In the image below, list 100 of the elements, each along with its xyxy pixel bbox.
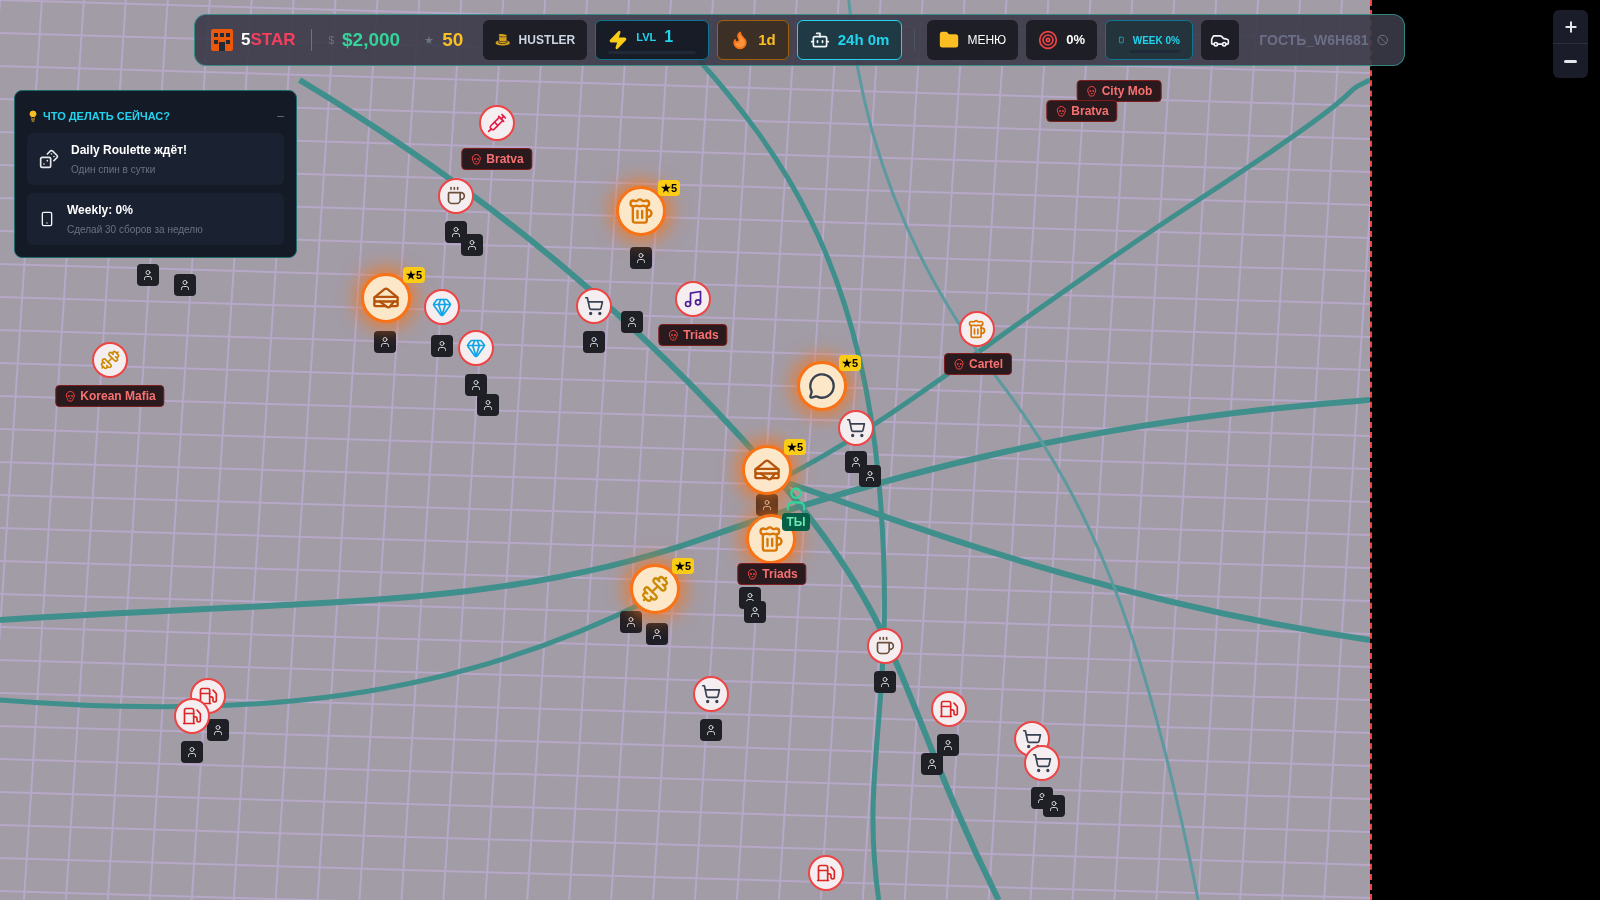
person-marker-icon[interactable] xyxy=(445,221,467,243)
person-marker-icon[interactable] xyxy=(174,274,196,296)
rank-label: HUSTLER xyxy=(518,32,576,49)
coffee-icon xyxy=(875,636,895,656)
star-rating-badge: ★5 xyxy=(657,180,680,196)
shopping-cart-icon xyxy=(846,418,866,438)
dumbbell-icon xyxy=(100,350,120,370)
tip-card[interactable]: Daily Roulette ждёт! Один спин в сутки xyxy=(27,133,284,185)
star-rating-badge: ★5 xyxy=(838,355,861,371)
skull-icon xyxy=(1085,85,1098,97)
tip-card[interactable]: Weekly: 0% Сделай 30 сборов за неделю xyxy=(27,193,284,245)
timer-value: 24h 0m xyxy=(837,29,890,50)
speech-bubble-icon xyxy=(808,372,836,400)
person-marker-icon[interactable] xyxy=(744,601,766,623)
level-label: LVL xyxy=(636,30,657,45)
gang-name: Korean Mafia xyxy=(80,388,156,405)
minus-icon xyxy=(1564,59,1577,63)
person-marker-icon[interactable] xyxy=(465,374,487,396)
star-symbol: ★ xyxy=(424,32,435,48)
carriage-button[interactable] xyxy=(1201,20,1240,60)
skull-icon xyxy=(667,329,680,341)
fuel-pump-icon xyxy=(939,699,959,719)
star-count: 50 xyxy=(442,27,464,52)
weekly-label: WEEK 0% xyxy=(1132,33,1180,48)
person-marker-icon[interactable] xyxy=(374,331,396,353)
phone-icon xyxy=(39,211,55,227)
person-marker-icon[interactable] xyxy=(700,719,722,741)
person-marker-icon[interactable] xyxy=(181,741,203,763)
person-marker-icon[interactable] xyxy=(859,465,881,487)
person-marker-icon[interactable] xyxy=(137,264,159,286)
weekly-chip[interactable]: WEEK 0% xyxy=(1105,20,1193,60)
streak-days: 1d xyxy=(758,28,776,52)
timer-chip[interactable]: 24h 0m xyxy=(796,20,903,60)
beer-icon xyxy=(757,525,785,553)
gang-tag[interactable]: Triads xyxy=(658,324,728,346)
gang-name: Bratva xyxy=(486,151,524,168)
shopping-cart-icon xyxy=(584,296,604,316)
money-amount: $2,000 xyxy=(342,27,401,52)
building-logo-icon xyxy=(211,29,233,51)
beer-icon xyxy=(967,319,987,339)
dumbbell-icon xyxy=(641,575,669,603)
brand-logo: 5STAR xyxy=(241,29,296,52)
level-value: 1 xyxy=(664,27,674,47)
collapse-button[interactable]: – xyxy=(277,107,284,125)
gang-name: Triads xyxy=(762,566,798,583)
skull-icon xyxy=(64,390,77,402)
target-icon xyxy=(1038,30,1059,50)
player-label: ТЫ xyxy=(782,513,810,531)
shopping-cart-icon xyxy=(701,684,721,704)
lightbulb-icon xyxy=(27,110,39,122)
gang-tag[interactable]: Cartel xyxy=(944,353,1012,375)
person-marker-icon[interactable] xyxy=(646,623,668,645)
skull-icon xyxy=(746,568,759,580)
streak-chip[interactable]: 1d xyxy=(717,20,789,60)
fuel-pump-icon xyxy=(182,706,202,726)
person-marker-icon[interactable] xyxy=(621,311,643,333)
syringe-icon xyxy=(487,113,507,133)
star-rating-badge: ★5 xyxy=(783,439,806,455)
tip-title: Daily Roulette ждёт! xyxy=(71,142,188,159)
coffee-icon xyxy=(446,186,466,206)
shopping-cart-icon xyxy=(1032,753,1052,773)
accuracy-chip[interactable]: 0% xyxy=(1026,20,1097,60)
gang-tag[interactable]: Bratva xyxy=(461,148,533,170)
star-rating-badge: ★5 xyxy=(671,558,694,574)
folder-icon xyxy=(939,30,960,50)
tip-subtitle: Один спин в сутки xyxy=(71,163,157,177)
star-rating-badge: ★5 xyxy=(402,267,425,283)
plus-icon xyxy=(1562,18,1579,35)
currency-symbol: $ xyxy=(328,33,334,48)
person-marker-icon[interactable] xyxy=(207,719,229,741)
person-marker-icon[interactable] xyxy=(1043,795,1065,817)
tip-subtitle: Сделай 30 сборов за неделю xyxy=(67,223,203,237)
beer-icon xyxy=(627,197,655,225)
person-marker-icon[interactable] xyxy=(630,247,652,269)
skull-icon xyxy=(953,358,965,370)
gang-name: City Mob xyxy=(1101,83,1153,100)
gang-tag[interactable]: Triads xyxy=(737,563,807,585)
person-marker-icon[interactable] xyxy=(477,394,499,416)
gang-name: Bratva xyxy=(1071,103,1109,120)
person-marker-icon[interactable] xyxy=(431,335,453,357)
shopping-cart-icon xyxy=(1022,729,1042,749)
gem-icon xyxy=(466,338,486,358)
gang-tag[interactable]: City Mob xyxy=(1076,80,1162,102)
menu-button[interactable]: МЕНЮ xyxy=(927,20,1019,60)
person-marker-icon[interactable] xyxy=(921,753,943,775)
gang-tag[interactable]: Korean Mafia xyxy=(55,385,165,407)
person-marker-icon[interactable] xyxy=(937,734,959,756)
person-marker-icon[interactable] xyxy=(461,234,483,256)
accuracy-value: 0% xyxy=(1066,31,1085,50)
gang-tag[interactable]: Bratva xyxy=(1046,100,1118,122)
gang-name: Triads xyxy=(683,327,719,344)
person-marker-icon[interactable] xyxy=(583,331,605,353)
tip-title: Weekly: 0% xyxy=(67,202,134,219)
robot-icon xyxy=(809,30,830,50)
person-marker-icon[interactable] xyxy=(756,494,778,516)
panel-title: ЧТО ДЕЛАТЬ СЕЙЧАС? xyxy=(43,108,170,124)
person-marker-icon[interactable] xyxy=(874,671,896,693)
rank-chip[interactable]: HUSTLER xyxy=(483,20,588,60)
level-chip[interactable]: LVL 1 xyxy=(595,20,710,60)
person-marker-icon[interactable] xyxy=(620,611,642,633)
